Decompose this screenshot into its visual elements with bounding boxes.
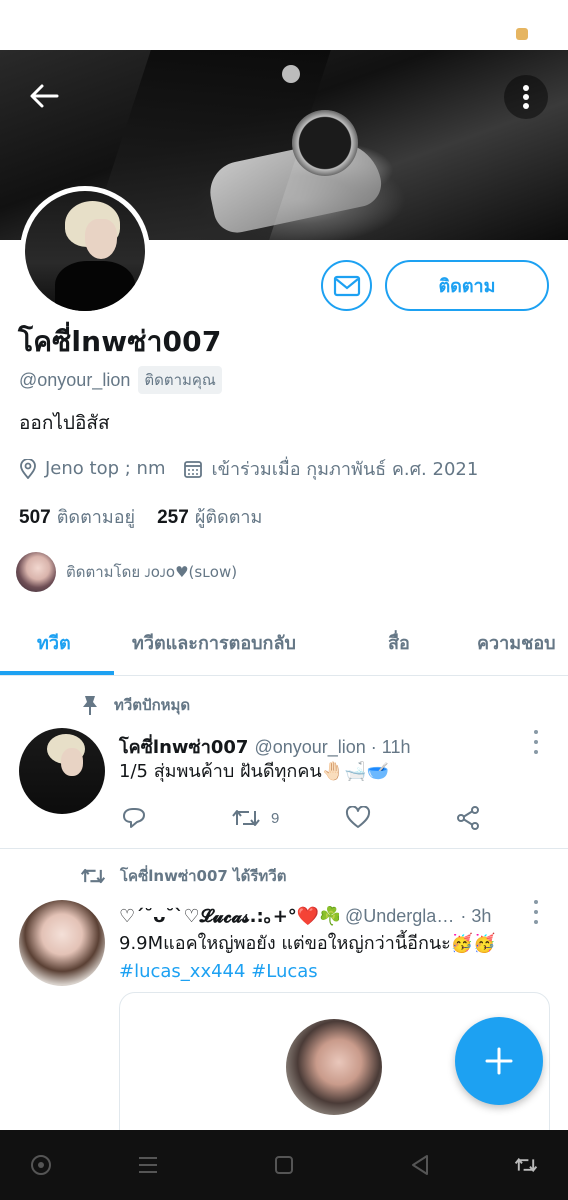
tweet-hashtags[interactable]: #lucas_xx444 #Lucas [119, 958, 318, 986]
back-triangle-icon [412, 1155, 428, 1175]
watch-image [292, 110, 358, 176]
tweet-handle: @Undergla… [345, 906, 455, 926]
followers-label[interactable]: ผู้ติดตาม [195, 502, 263, 531]
home-button[interactable] [272, 1153, 296, 1177]
retweet-button[interactable]: 9 [231, 807, 279, 829]
share-button[interactable] [456, 806, 482, 830]
status-bar [0, 0, 568, 50]
tab-tweets[interactable]: ทวีต [37, 628, 71, 657]
follows-you-badge: ติดตามคุณ [138, 366, 222, 394]
follower-avatar [16, 552, 56, 592]
tab-tweets-replies[interactable]: ทวีตและการตอบกลับ [132, 628, 296, 657]
recents-button[interactable] [136, 1153, 160, 1177]
vertical-dots-icon [523, 85, 529, 109]
retweet-context: โคซี่lnwซ่า007 ได้รีทวีต [80, 864, 286, 888]
active-tab-indicator [0, 671, 114, 675]
following-label[interactable]: ติดตามอยู่ [57, 502, 135, 531]
app-switch-button[interactable] [514, 1153, 538, 1177]
message-button[interactable] [321, 260, 372, 311]
system-nav-bar [0, 1130, 568, 1200]
tweet-avatar[interactable] [19, 900, 105, 986]
tweet-menu-button[interactable] [528, 730, 544, 754]
tweet-divider [0, 848, 568, 849]
followers-count[interactable]: 257 [157, 507, 189, 529]
heart-icon [345, 806, 371, 828]
following-count[interactable]: 507 [19, 507, 51, 529]
square-icon [275, 1156, 293, 1174]
tweet-text: 9.9Mแอคใหญ่พอยัง แต่ขอใหญ่กว่านี้อีกนะ🥳🥳 [119, 933, 496, 954]
tweet-header: ♡ˊ˘ᴗ˘ˋ♡𝓛𝓾𝓬𝓪𝓼.:｡+°❤️☘️ @Undergla… · 3h [119, 902, 491, 928]
profile-meta: Jeno top ; nm เข้าร่วมเมื่อ กุมภาพันธ์ ค… [19, 454, 496, 483]
retweet-icon [232, 810, 260, 826]
profile-name: โคซี่lnwซ่า007 [18, 325, 222, 358]
calendar-icon [184, 460, 203, 478]
reply-icon [123, 808, 145, 828]
more-options-button[interactable] [504, 75, 548, 119]
tweet-header: โคซี่lnwซ่า007 @onyour_lion · 11h [119, 732, 410, 761]
switch-icon [514, 1157, 538, 1173]
menu-icon [139, 1157, 157, 1173]
arrow-left-icon [30, 84, 59, 108]
tweet-time: · 3h [460, 906, 492, 926]
retweet-icon [80, 868, 106, 884]
envelope-icon [333, 275, 360, 296]
status-icon [516, 28, 528, 40]
plus-icon [485, 1047, 513, 1075]
tweet-author[interactable]: ♡ˊ˘ᴗ˘ˋ♡𝓛𝓾𝓬𝓪𝓼.:｡+°❤️☘️ [119, 902, 339, 928]
pin-icon [83, 696, 97, 715]
pinned-label: ทวีตปักหมุด [80, 693, 190, 717]
system-back-button[interactable] [408, 1153, 432, 1177]
compose-tweet-button[interactable] [455, 1017, 543, 1105]
tab-media[interactable]: สื่อ [388, 628, 410, 657]
tweet-text: 1/5 สุ่มพนค้าบ ฝันดีทุกคน🤚🏻🛁🥣 [119, 761, 389, 782]
profile-bio: ออกไปอิสัส [19, 412, 110, 434]
back-button[interactable] [22, 77, 66, 115]
profile-tabs: ทวีต ทวีตและการตอบกลับ สื่อ ความชอบ [0, 612, 568, 676]
tab-likes[interactable]: ความชอบ [477, 628, 556, 657]
tweet-handle-time: @onyour_lion · 11h [254, 737, 411, 757]
card-image [284, 1017, 384, 1117]
join-date: เข้าร่วมเมื่อ กุมภาพันธ์ ค.ศ. 2021 [183, 454, 478, 483]
followed-by[interactable]: ติดตามโดย ᴊᴏᴊᴏ♥(sʟᴏᴡ) [16, 552, 237, 592]
location-pin-icon [20, 458, 36, 479]
reply-button[interactable] [121, 806, 147, 830]
profile-avatar[interactable] [20, 186, 150, 316]
like-button[interactable] [345, 806, 371, 830]
follow-button[interactable]: ติดตาม [385, 260, 549, 311]
profile-handle: @onyour_lion [19, 369, 131, 390]
circle-icon [31, 1155, 51, 1175]
tweet-avatar[interactable] [19, 728, 105, 814]
share-icon [457, 806, 479, 830]
assistant-button[interactable] [29, 1153, 53, 1177]
follow-stats: 507 ติดตามอยู่ 257 ผู้ติดตาม [19, 502, 284, 531]
tweet-actions: 9 [121, 800, 491, 836]
tweet-menu-button[interactable] [528, 900, 544, 924]
tweet-author[interactable]: โคซี่lnwซ่า007 [119, 732, 248, 761]
retweet-count: 9 [271, 809, 280, 827]
location: Jeno top ; nm [19, 458, 165, 479]
handle-row: @onyour_lion ติดตามคุณ [19, 366, 222, 394]
